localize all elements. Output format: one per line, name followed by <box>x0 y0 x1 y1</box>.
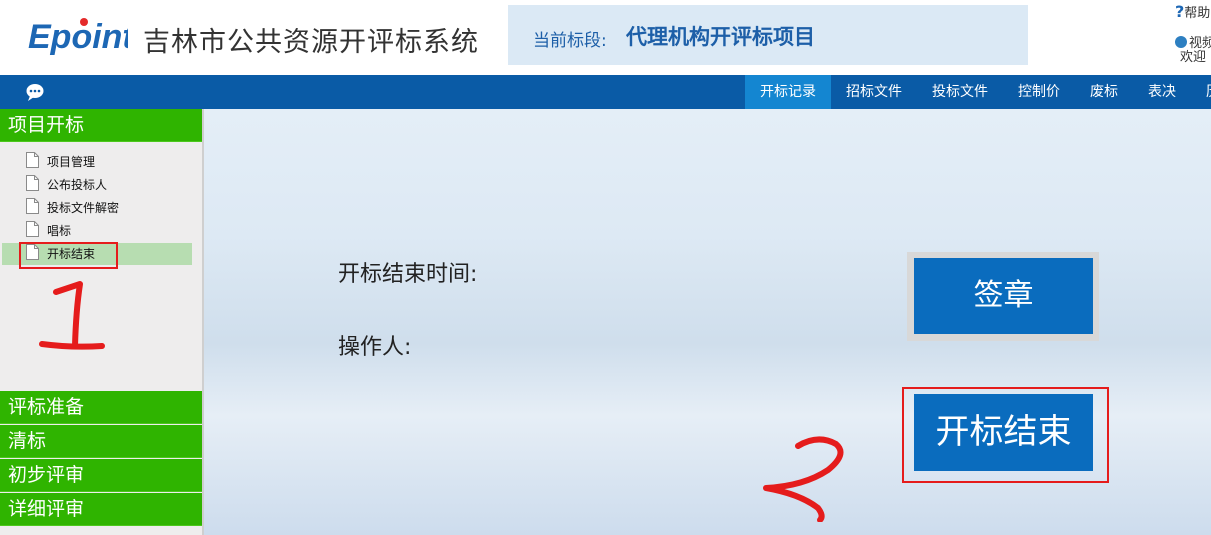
tab-history[interactable]: 历 <box>1191 75 1211 109</box>
sidebar-section-preliminary-review[interactable]: 初步评审 <box>0 459 202 492</box>
sidebar-item-label: 投标文件解密 <box>47 201 120 215</box>
document-icon <box>26 221 39 237</box>
stage-value: 代理机构开评标项目 <box>626 25 815 49</box>
sidebar-item-label: 项目管理 <box>47 155 96 169</box>
help-link[interactable]: ?帮助 <box>1175 2 1210 21</box>
help-icon: ? <box>1175 2 1185 21</box>
sidebar-section-bid-clearing[interactable]: 清标 <box>0 425 202 458</box>
sidebar-item-publish-bidders[interactable]: 公布投标人 <box>2 174 192 196</box>
end-opening-button[interactable]: 开标结束 <box>914 394 1093 471</box>
sidebar-section-project-opening[interactable]: 项目开标 <box>0 109 202 142</box>
end-time-label: 开标结束时间: <box>338 262 478 287</box>
annotation-number-one <box>39 281 105 350</box>
tab-opening-record[interactable]: 开标记录 <box>745 75 831 109</box>
document-icon <box>26 198 39 214</box>
system-title: 吉林市公共资源开评标系统 <box>143 27 479 58</box>
top-navbar: 开标记录 招标文件 投标文件 控制价 废标 表决 历 <box>0 75 1211 109</box>
tab-invalid-bid[interactable]: 废标 <box>1075 75 1133 109</box>
sidebar-section-detailed-review[interactable]: 详细评审 <box>0 493 202 526</box>
sidebar-item-decrypt-bids[interactable]: 投标文件解密 <box>2 197 192 219</box>
sidebar-item-bid-reading[interactable]: 唱标 <box>2 220 192 242</box>
sidebar-item-label: 公布投标人 <box>47 178 108 192</box>
sidebar-divider <box>202 109 204 535</box>
epoint-logo: Epoint <box>28 18 128 56</box>
sidebar-item-project-management[interactable]: 项目管理 <box>2 151 192 173</box>
tab-vote[interactable]: 表决 <box>1133 75 1191 109</box>
annotation-highlight-box-1 <box>19 242 118 269</box>
sidebar-section-evaluation-prep[interactable]: 评标准备 <box>0 391 202 424</box>
tab-tender-document[interactable]: 招标文件 <box>831 75 917 109</box>
tab-control-price[interactable]: 控制价 <box>1003 75 1075 109</box>
nav-tabs: 开标记录 招标文件 投标文件 控制价 废标 表决 历 <box>745 75 1211 109</box>
chat-bubble-icon[interactable] <box>25 82 45 102</box>
document-icon <box>26 152 39 168</box>
operator-label: 操作人: <box>338 335 412 360</box>
welcome-text: 欢迎 <box>1180 50 1207 65</box>
header: Epoint 吉林市公共资源开评标系统 当前标段: 代理机构开评标项目 ?帮助 … <box>0 0 1211 75</box>
document-icon <box>26 175 39 191</box>
sign-button[interactable]: 签章 <box>914 258 1093 334</box>
stage-label: 当前标段: <box>533 31 607 51</box>
tab-bid-document[interactable]: 投标文件 <box>917 75 1003 109</box>
svg-text:Epoint: Epoint <box>28 18 128 56</box>
sidebar-item-label: 唱标 <box>47 224 72 238</box>
help-label: 帮助 <box>1184 6 1211 21</box>
annotation-number-two <box>763 436 844 522</box>
current-stage-box: 当前标段: 代理机构开评标项目 <box>508 5 1028 65</box>
